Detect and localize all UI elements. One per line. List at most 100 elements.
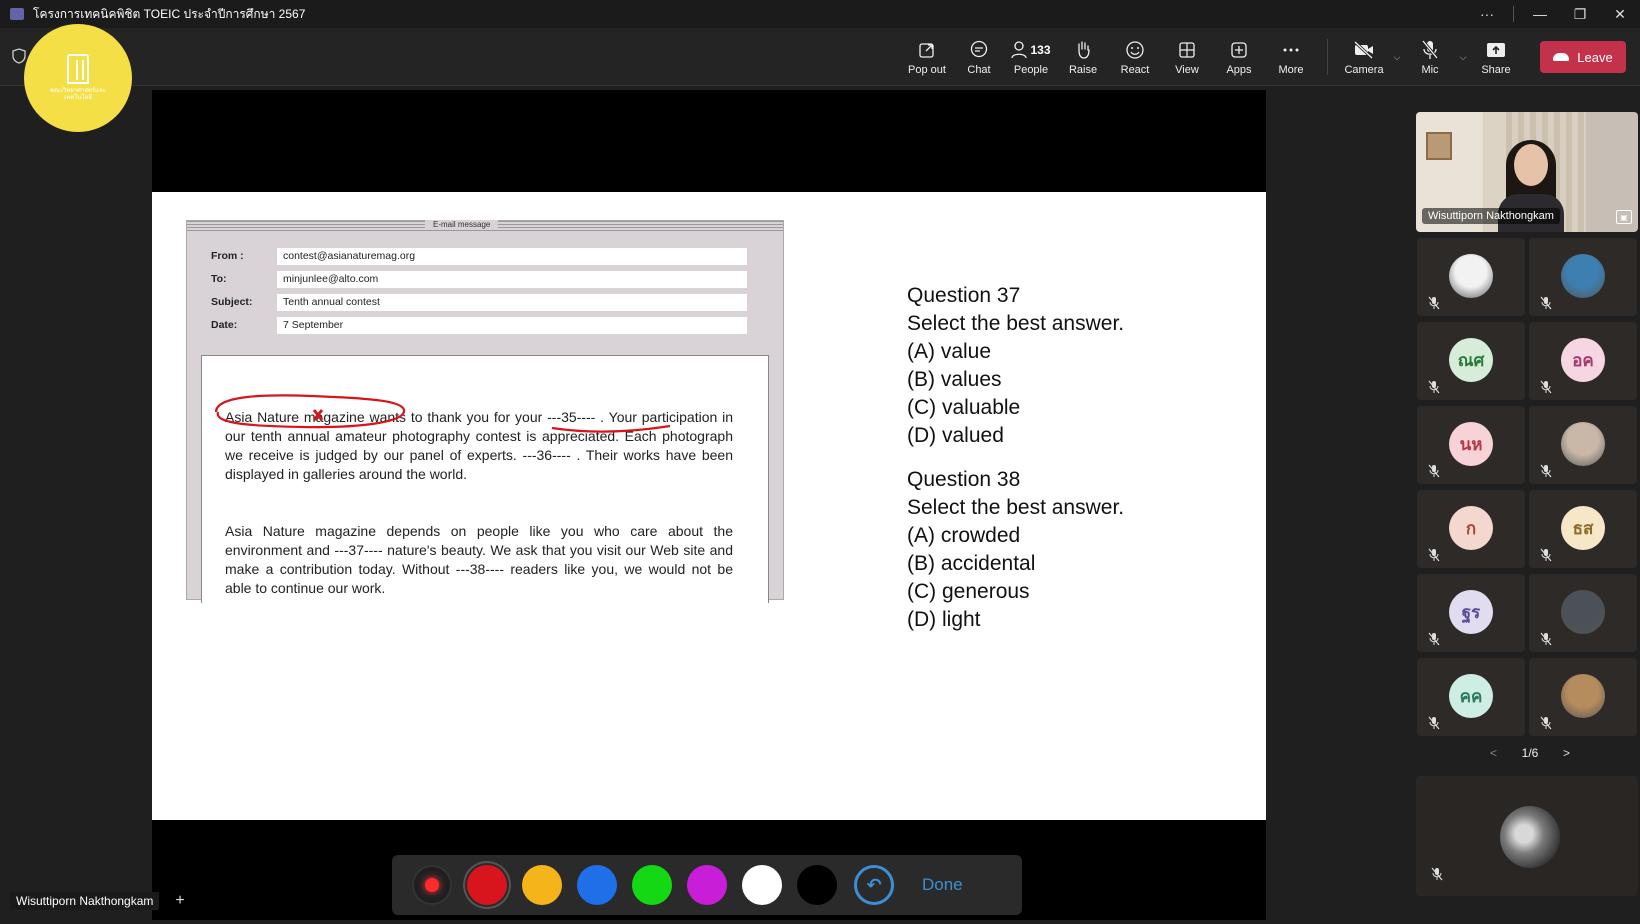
mic-muted-icon — [1539, 380, 1553, 394]
screen-share-icon: ▣ — [1616, 210, 1632, 224]
chat-icon — [969, 39, 989, 61]
option-d: (D) valued — [907, 424, 1004, 447]
date-label: Date: — [211, 319, 238, 331]
undo-icon[interactable]: ↶ — [854, 865, 894, 905]
participant-tile[interactable]: ณศ — [1417, 322, 1525, 400]
view-button[interactable]: View — [1161, 32, 1213, 82]
ink-color-yellow[interactable] — [522, 865, 562, 905]
ink-color-black[interactable] — [797, 865, 837, 905]
participant-tile[interactable]: ฐร — [1417, 574, 1525, 652]
question-37: Question 37 Select the best answer. (A) … — [907, 282, 1124, 450]
from-label: From : — [211, 250, 244, 262]
mic-muted-icon — [1539, 464, 1553, 478]
chat-button[interactable]: Chat — [953, 32, 1005, 82]
question-38: Question 38 Select the best answer. (A) … — [907, 466, 1124, 634]
email-header-label: E-mail message — [425, 220, 499, 229]
self-view-tile[interactable] — [1416, 776, 1638, 896]
share-label: Share — [1481, 63, 1511, 76]
mic-muted-icon — [1539, 716, 1553, 730]
mic-muted-icon — [1539, 296, 1553, 310]
raise-label: Raise — [1068, 63, 1098, 76]
popout-button[interactable]: Pop out — [901, 32, 953, 82]
next-page-icon[interactable]: > — [1563, 746, 1570, 760]
react-label: React — [1120, 63, 1150, 76]
grid-icon — [1178, 39, 1196, 61]
raise-hand-button[interactable]: Raise — [1057, 32, 1109, 82]
add-icon[interactable]: + — [175, 892, 184, 910]
email-image: E-mail message From : contest@asianature… — [186, 220, 784, 603]
wall-picture — [1426, 132, 1452, 160]
camera-button[interactable]: Camera — [1338, 32, 1390, 82]
mic-muted-icon — [1539, 548, 1553, 562]
apps-plus-icon — [1230, 39, 1248, 61]
laser-pointer-button[interactable] — [412, 865, 452, 905]
minimize-button[interactable]: — — [1520, 0, 1560, 28]
people-button[interactable]: 133 People — [1005, 32, 1057, 82]
mic-off-icon — [1421, 39, 1439, 61]
ink-color-red[interactable] — [467, 865, 507, 905]
gallery-pager: < 1/6 > — [1490, 746, 1570, 760]
email-paragraph-1: Asia Nature magazine wants to thank you … — [225, 409, 733, 482]
participant-tile[interactable] — [1529, 658, 1637, 736]
share-button[interactable]: Share — [1470, 32, 1522, 82]
chat-label: Chat — [967, 63, 991, 76]
participant-tile[interactable]: อค — [1529, 322, 1637, 400]
apps-button[interactable]: Apps — [1213, 32, 1265, 82]
ink-toolbar: ↶ Done — [392, 855, 1022, 915]
subject-value: Tenth annual contest — [277, 293, 747, 311]
mic-muted-icon — [1427, 632, 1441, 646]
prev-page-icon[interactable]: < — [1490, 746, 1497, 760]
camera-label: Camera — [1344, 63, 1384, 76]
more-options-icon[interactable]: ··· — [1467, 0, 1507, 28]
ink-color-green[interactable] — [632, 865, 672, 905]
ink-color-white[interactable] — [742, 865, 782, 905]
meeting-toolbar: Pop out Chat 133 People Raise React View… — [0, 28, 1640, 86]
restore-button[interactable]: ❐ — [1560, 0, 1600, 28]
leave-button[interactable]: Leave — [1540, 41, 1626, 73]
participant-tile[interactable]: ธส — [1529, 490, 1637, 568]
participant-tile[interactable]: นห — [1417, 406, 1525, 484]
active-speaker-tile[interactable]: Wisuttiporn Nakthongkam ▣ — [1416, 112, 1638, 232]
page-indicator: 1/6 — [1521, 746, 1539, 760]
more-button[interactable]: More — [1265, 32, 1317, 82]
camera-options-chevron-icon[interactable]: ⌵ — [1390, 32, 1404, 82]
done-button[interactable]: Done — [922, 875, 963, 895]
mic-muted-icon — [1427, 296, 1441, 310]
participant-tile[interactable] — [1417, 238, 1525, 316]
apps-label: Apps — [1226, 63, 1252, 76]
participant-tile[interactable] — [1529, 238, 1637, 316]
mic-muted-icon — [1427, 464, 1441, 478]
ink-color-purple[interactable] — [687, 865, 727, 905]
avatar — [1561, 254, 1605, 298]
mic-button[interactable]: Mic — [1404, 32, 1456, 82]
avatar — [1561, 590, 1605, 634]
option-a: (A) crowded — [907, 524, 1021, 547]
email-to-row: To: minjunlee@alto.com — [211, 270, 747, 288]
participant-tile[interactable]: คค — [1417, 658, 1525, 736]
participant-tile[interactable]: ก — [1417, 490, 1525, 568]
question-title: Question 38 — [907, 468, 1021, 491]
mic-muted-icon — [1430, 867, 1444, 886]
ink-color-blue[interactable] — [577, 865, 617, 905]
window-controls: ··· — ❐ ✕ — [1467, 0, 1640, 28]
mic-muted-icon — [1539, 632, 1553, 646]
participant-tile[interactable] — [1529, 406, 1637, 484]
react-button[interactable]: React — [1109, 32, 1161, 82]
email-header: E-mail message — [187, 220, 783, 231]
option-c: (C) valuable — [907, 396, 1021, 419]
mic-options-chevron-icon[interactable]: ⌵ — [1456, 32, 1470, 82]
avatar: ฐร — [1449, 590, 1493, 634]
question-prompt: Select the best answer. — [907, 496, 1125, 519]
participant-tile[interactable] — [1529, 574, 1637, 652]
option-a: (A) value — [907, 340, 992, 363]
option-d: (D) light — [907, 608, 981, 631]
self-video — [1500, 806, 1560, 868]
email-subject-row: Subject: Tenth annual contest — [211, 293, 747, 311]
badge-text: คณะวิทยาศาสตร์และเทคโนโลยี — [50, 88, 106, 101]
close-button[interactable]: ✕ — [1600, 0, 1640, 28]
email-body: Asia Nature magazine wants to thank you … — [201, 355, 769, 603]
option-b: (B) accidental — [907, 552, 1036, 575]
view-label: View — [1175, 63, 1199, 76]
popout-icon — [918, 39, 936, 61]
share-icon — [1486, 39, 1506, 61]
